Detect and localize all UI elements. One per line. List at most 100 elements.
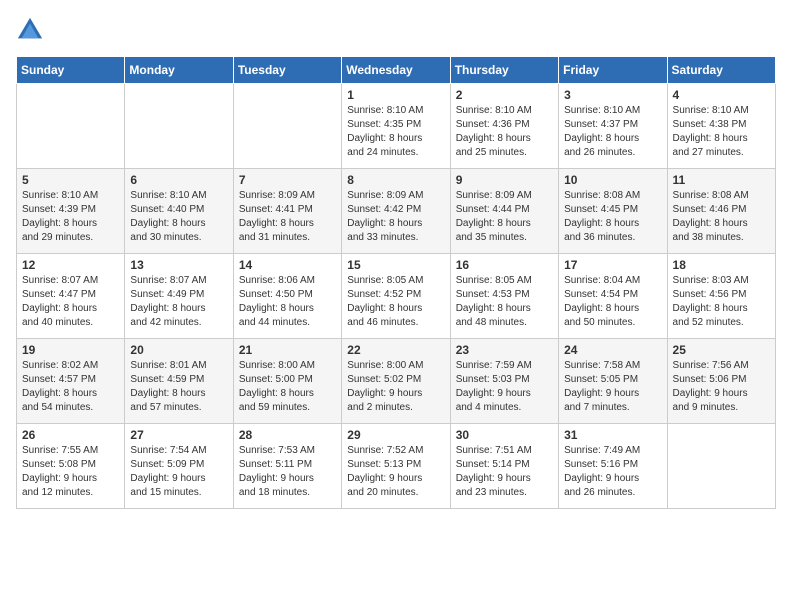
calendar-cell: 28 Sunrise: 7:53 AM Sunset: 5:11 PM Dayli…: [233, 424, 341, 509]
calendar-cell: 9 Sunrise: 8:09 AM Sunset: 4:44 PM Daylig…: [450, 169, 558, 254]
calendar-cell: [233, 84, 341, 169]
day-number: 2: [456, 88, 553, 102]
day-info: Sunrise: 8:10 AM Sunset: 4:35 PM Dayligh…: [347, 104, 444, 160]
calendar-cell: 7 Sunrise: 8:09 AM Sunset: 4:41 PM Daylig…: [233, 169, 341, 254]
day-info: Sunrise: 8:09 AM Sunset: 4:42 PM Dayligh…: [347, 189, 444, 245]
calendar-cell: 30 Sunrise: 7:51 AM Sunset: 5:14 PM Dayli…: [450, 424, 558, 509]
day-info: Sunrise: 8:00 AM Sunset: 5:00 PM Dayligh…: [239, 359, 336, 415]
calendar-cell: 20 Sunrise: 8:01 AM Sunset: 4:59 PM Dayli…: [125, 339, 233, 424]
calendar-cell: [17, 84, 125, 169]
day-number: 15: [347, 258, 444, 272]
day-number: 11: [673, 173, 770, 187]
day-info: Sunrise: 8:00 AM Sunset: 5:02 PM Dayligh…: [347, 359, 444, 415]
day-info: Sunrise: 8:10 AM Sunset: 4:38 PM Dayligh…: [673, 104, 770, 160]
header-sunday: Sunday: [17, 57, 125, 84]
day-number: 24: [564, 343, 661, 357]
day-info: Sunrise: 8:01 AM Sunset: 4:59 PM Dayligh…: [130, 359, 227, 415]
day-number: 30: [456, 428, 553, 442]
calendar-cell: 23 Sunrise: 7:59 AM Sunset: 5:03 PM Dayli…: [450, 339, 558, 424]
day-number: 31: [564, 428, 661, 442]
day-info: Sunrise: 8:10 AM Sunset: 4:40 PM Dayligh…: [130, 189, 227, 245]
day-info: Sunrise: 8:03 AM Sunset: 4:56 PM Dayligh…: [673, 274, 770, 330]
calendar-cell: 26 Sunrise: 7:55 AM Sunset: 5:08 PM Dayli…: [17, 424, 125, 509]
day-info: Sunrise: 8:10 AM Sunset: 4:36 PM Dayligh…: [456, 104, 553, 160]
day-info: Sunrise: 8:10 AM Sunset: 4:39 PM Dayligh…: [22, 189, 119, 245]
day-info: Sunrise: 8:06 AM Sunset: 4:50 PM Dayligh…: [239, 274, 336, 330]
day-number: 8: [347, 173, 444, 187]
calendar-cell: 13 Sunrise: 8:07 AM Sunset: 4:49 PM Dayli…: [125, 254, 233, 339]
day-info: Sunrise: 7:54 AM Sunset: 5:09 PM Dayligh…: [130, 444, 227, 500]
day-number: 13: [130, 258, 227, 272]
calendar-cell: [125, 84, 233, 169]
calendar-cell: 22 Sunrise: 8:00 AM Sunset: 5:02 PM Dayli…: [342, 339, 450, 424]
day-number: 22: [347, 343, 444, 357]
calendar-cell: [667, 424, 775, 509]
day-number: 1: [347, 88, 444, 102]
day-number: 19: [22, 343, 119, 357]
day-number: 10: [564, 173, 661, 187]
day-info: Sunrise: 7:52 AM Sunset: 5:13 PM Dayligh…: [347, 444, 444, 500]
calendar-cell: 5 Sunrise: 8:10 AM Sunset: 4:39 PM Daylig…: [17, 169, 125, 254]
day-number: 12: [22, 258, 119, 272]
day-info: Sunrise: 8:10 AM Sunset: 4:37 PM Dayligh…: [564, 104, 661, 160]
header-tuesday: Tuesday: [233, 57, 341, 84]
day-number: 7: [239, 173, 336, 187]
page-header: [16, 16, 776, 44]
day-info: Sunrise: 8:09 AM Sunset: 4:41 PM Dayligh…: [239, 189, 336, 245]
day-number: 23: [456, 343, 553, 357]
calendar-cell: 18 Sunrise: 8:03 AM Sunset: 4:56 PM Dayli…: [667, 254, 775, 339]
day-number: 18: [673, 258, 770, 272]
day-number: 4: [673, 88, 770, 102]
day-info: Sunrise: 8:05 AM Sunset: 4:52 PM Dayligh…: [347, 274, 444, 330]
calendar-cell: 2 Sunrise: 8:10 AM Sunset: 4:36 PM Daylig…: [450, 84, 558, 169]
calendar-cell: 15 Sunrise: 8:05 AM Sunset: 4:52 PM Dayli…: [342, 254, 450, 339]
day-info: Sunrise: 8:07 AM Sunset: 4:47 PM Dayligh…: [22, 274, 119, 330]
day-info: Sunrise: 7:56 AM Sunset: 5:06 PM Dayligh…: [673, 359, 770, 415]
day-info: Sunrise: 7:53 AM Sunset: 5:11 PM Dayligh…: [239, 444, 336, 500]
day-number: 25: [673, 343, 770, 357]
calendar-week-row: 1 Sunrise: 8:10 AM Sunset: 4:35 PM Daylig…: [17, 84, 776, 169]
calendar-cell: 6 Sunrise: 8:10 AM Sunset: 4:40 PM Daylig…: [125, 169, 233, 254]
calendar-cell: 19Sunrise: 8:02 AM Sunset: 4:57 PM Dayli…: [17, 339, 125, 424]
day-number: 6: [130, 173, 227, 187]
day-number: 26: [22, 428, 119, 442]
day-number: 28: [239, 428, 336, 442]
day-info: Sunrise: 7:59 AM Sunset: 5:03 PM Dayligh…: [456, 359, 553, 415]
calendar-week-row: 12 Sunrise: 8:07 AM Sunset: 4:47 PM Dayli…: [17, 254, 776, 339]
logo: [16, 16, 48, 44]
calendar-cell: 31 Sunrise: 7:49 AM Sunset: 5:16 PM Dayli…: [559, 424, 667, 509]
day-number: 17: [564, 258, 661, 272]
calendar-cell: 10 Sunrise: 8:08 AM Sunset: 4:45 PM Dayli…: [559, 169, 667, 254]
calendar-cell: 29 Sunrise: 7:52 AM Sunset: 5:13 PM Dayli…: [342, 424, 450, 509]
calendar-cell: 16 Sunrise: 8:05 AM Sunset: 4:53 PM Dayli…: [450, 254, 558, 339]
calendar-cell: 12 Sunrise: 8:07 AM Sunset: 4:47 PM Dayli…: [17, 254, 125, 339]
calendar-cell: 8 Sunrise: 8:09 AM Sunset: 4:42 PM Daylig…: [342, 169, 450, 254]
day-number: 5: [22, 173, 119, 187]
calendar-table: SundayMondayTuesdayWednesdayThursdayFrid…: [16, 56, 776, 509]
day-info: Sunrise: 7:49 AM Sunset: 5:16 PM Dayligh…: [564, 444, 661, 500]
day-info: Sunrise: 7:51 AM Sunset: 5:14 PM Dayligh…: [456, 444, 553, 500]
calendar-week-row: 5 Sunrise: 8:10 AM Sunset: 4:39 PM Daylig…: [17, 169, 776, 254]
day-info: Sunrise: 7:55 AM Sunset: 5:08 PM Dayligh…: [22, 444, 119, 500]
day-info: Sunrise: 8:05 AM Sunset: 4:53 PM Dayligh…: [456, 274, 553, 330]
day-number: 20: [130, 343, 227, 357]
day-info: Sunrise: 8:08 AM Sunset: 4:45 PM Dayligh…: [564, 189, 661, 245]
calendar-week-row: 19Sunrise: 8:02 AM Sunset: 4:57 PM Dayli…: [17, 339, 776, 424]
day-info: Sunrise: 8:07 AM Sunset: 4:49 PM Dayligh…: [130, 274, 227, 330]
day-number: 9: [456, 173, 553, 187]
day-number: 29: [347, 428, 444, 442]
calendar-cell: 27 Sunrise: 7:54 AM Sunset: 5:09 PM Dayli…: [125, 424, 233, 509]
calendar-cell: 4 Sunrise: 8:10 AM Sunset: 4:38 PM Daylig…: [667, 84, 775, 169]
calendar-cell: 24Sunrise: 7:58 AM Sunset: 5:05 PM Dayli…: [559, 339, 667, 424]
header-friday: Friday: [559, 57, 667, 84]
day-number: 16: [456, 258, 553, 272]
day-info: Sunrise: 8:08 AM Sunset: 4:46 PM Dayligh…: [673, 189, 770, 245]
calendar-cell: 3Sunrise: 8:10 AM Sunset: 4:37 PM Daylig…: [559, 84, 667, 169]
logo-icon: [16, 16, 44, 44]
calendar-cell: 17Sunrise: 8:04 AM Sunset: 4:54 PM Dayli…: [559, 254, 667, 339]
day-number: 27: [130, 428, 227, 442]
header-monday: Monday: [125, 57, 233, 84]
header-wednesday: Wednesday: [342, 57, 450, 84]
day-number: 14: [239, 258, 336, 272]
day-info: Sunrise: 8:09 AM Sunset: 4:44 PM Dayligh…: [456, 189, 553, 245]
